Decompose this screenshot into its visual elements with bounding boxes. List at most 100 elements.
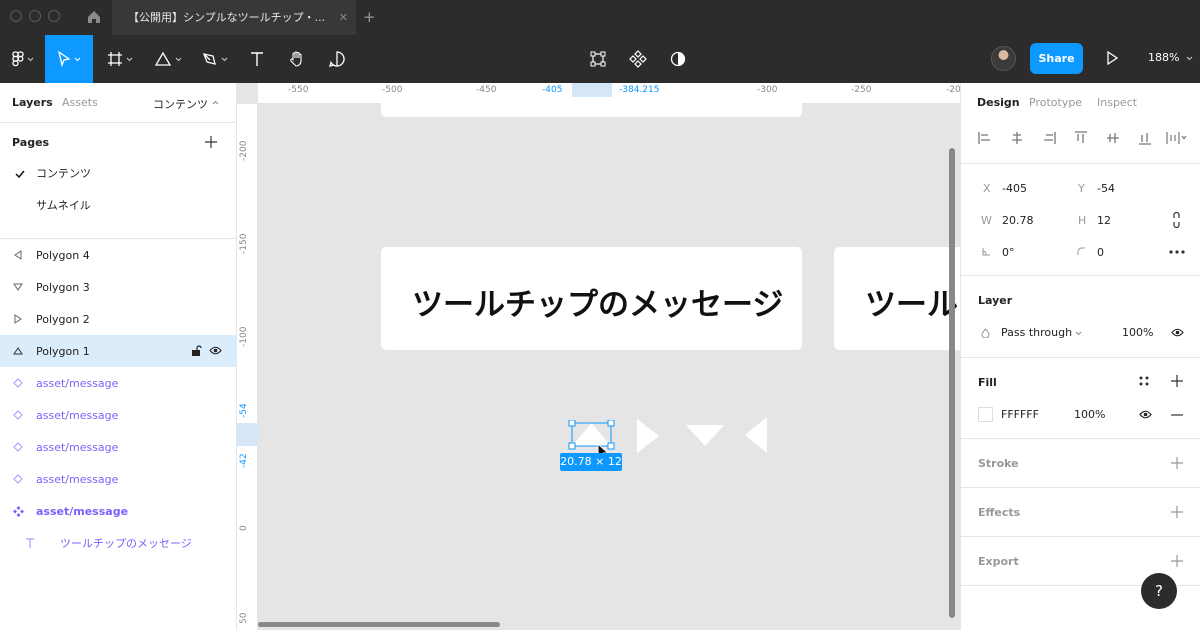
distribute-icon[interactable] (1166, 131, 1188, 145)
remove-fill-icon[interactable] (1171, 414, 1183, 416)
layer-label: Polygon 1 (36, 344, 90, 358)
page-selector[interactable]: コンテンツ (153, 96, 208, 112)
new-tab-button[interactable]: + (363, 8, 376, 26)
ruler-tick-selected: -42 (239, 453, 249, 468)
width-input[interactable]: 20.78 (1002, 214, 1034, 227)
more-options-icon[interactable] (1169, 250, 1185, 254)
ruler-tick: -300 (757, 85, 778, 95)
present-play-icon[interactable] (1106, 51, 1118, 65)
main-menu-button[interactable] (6, 35, 40, 83)
polygon-4[interactable] (745, 417, 767, 453)
add-page-icon[interactable] (205, 136, 217, 148)
chevron-up-icon[interactable] (212, 100, 219, 105)
tab-close-icon[interactable]: ✕ (339, 0, 348, 35)
align-center-horizontal-icon[interactable] (1010, 131, 1024, 145)
text-icon (0, 537, 60, 549)
message-card-top[interactable] (381, 97, 802, 117)
eye-icon[interactable] (1171, 328, 1184, 337)
canvas[interactable]: -550 -500 -450 -405 -384.215 -300 -250 -… (237, 83, 960, 630)
page-item-thumbnail[interactable]: サムネイル (0, 190, 237, 222)
tab-design[interactable]: Design (977, 96, 1020, 109)
x-input[interactable]: -405 (1002, 182, 1027, 195)
layer-row-polygon-1[interactable]: Polygon 1 (0, 335, 237, 367)
layer-row-asset-message[interactable]: asset/message (0, 463, 237, 495)
cursor-arrow-icon (58, 51, 71, 67)
align-center-vertical-icon[interactable] (1106, 131, 1120, 145)
user-avatar[interactable] (991, 46, 1016, 71)
align-right-icon[interactable] (1042, 131, 1056, 145)
maximize-window-button[interactable] (48, 10, 60, 22)
pen-tool-button[interactable] (198, 35, 232, 83)
triangle-left-icon (0, 250, 36, 260)
style-grid-icon[interactable] (1139, 376, 1149, 386)
layer-label: asset/message (36, 440, 119, 454)
create-component-button[interactable] (626, 35, 650, 83)
shape-tool-button[interactable] (150, 35, 186, 83)
tab-inspect[interactable]: Inspect (1097, 96, 1137, 109)
height-input[interactable]: 12 (1097, 214, 1111, 227)
message-card[interactable]: ツールチップのメッセージ (381, 247, 802, 350)
home-icon[interactable] (86, 9, 102, 25)
layer-row-asset-message-component[interactable]: asset/message (0, 495, 237, 527)
page-item-contents[interactable]: コンテンツ (0, 158, 237, 190)
ruler-tick: 50 (239, 612, 249, 624)
layer-row-polygon-2[interactable]: Polygon 2 (0, 303, 237, 335)
comment-tool-button[interactable] (324, 35, 350, 83)
ruler-tick: -150 (239, 233, 249, 254)
contrast-button[interactable] (666, 35, 690, 83)
fill-opacity-input[interactable]: 100% (1074, 408, 1105, 421)
layer-label: asset/message (36, 408, 119, 422)
add-export-icon[interactable] (1171, 555, 1183, 567)
add-fill-icon[interactable] (1171, 375, 1183, 387)
message-card-partial[interactable]: ツール チ (834, 247, 960, 350)
chevron-down-icon (126, 57, 133, 61)
transform-button[interactable] (586, 35, 610, 83)
ruler-tick: -500 (382, 85, 403, 95)
fill-hex-input[interactable]: FFFFFF (1001, 408, 1039, 421)
minimize-window-button[interactable] (29, 10, 41, 22)
tab-prototype[interactable]: Prototype (1029, 96, 1082, 109)
constrain-proportions-icon[interactable] (1172, 212, 1181, 228)
help-button[interactable]: ? (1141, 573, 1177, 609)
rotation-input[interactable]: 0° (1002, 246, 1015, 259)
add-effect-icon[interactable] (1171, 506, 1183, 518)
tab-assets[interactable]: Assets (62, 96, 98, 109)
align-top-icon[interactable] (1074, 131, 1088, 145)
corner-radius-input[interactable]: 0 (1097, 246, 1104, 259)
layer-row-asset-message[interactable]: asset/message (0, 431, 237, 463)
move-tool-button[interactable] (45, 35, 93, 83)
file-tab[interactable]: 【公開用】シンプルなツールチップ・... ✕ (112, 0, 356, 35)
layer-row-polygon-3[interactable]: Polygon 3 (0, 271, 237, 303)
layer-row-asset-message[interactable]: asset/message (0, 399, 237, 431)
polygon-3[interactable] (686, 425, 724, 446)
align-left-icon[interactable] (978, 131, 992, 145)
chevron-down-icon (27, 57, 34, 61)
layer-row-polygon-4[interactable]: Polygon 4 (0, 239, 237, 271)
layer-label: asset/message (36, 504, 129, 518)
vertical-scrollbar[interactable] (949, 148, 955, 618)
text-tool-button[interactable] (244, 35, 270, 83)
horizontal-scrollbar[interactable] (258, 622, 500, 627)
eye-icon[interactable] (209, 346, 222, 355)
layer-opacity-input[interactable]: 100% (1122, 326, 1153, 339)
frame-tool-button[interactable] (104, 35, 136, 83)
hand-tool-button[interactable] (284, 35, 310, 83)
blend-mode-select[interactable]: Pass through (1001, 326, 1072, 339)
unlock-icon[interactable] (191, 345, 202, 357)
ruler-tick: -100 (239, 326, 249, 347)
share-button[interactable]: Share (1030, 43, 1083, 74)
align-bottom-icon[interactable] (1138, 131, 1152, 145)
zoom-menu[interactable]: 188% (1148, 51, 1193, 64)
ruler-tick-selected: -384.215 (619, 85, 660, 95)
y-input[interactable]: -54 (1097, 182, 1115, 195)
layer-row-asset-message[interactable]: asset/message (0, 367, 237, 399)
add-stroke-icon[interactable] (1171, 457, 1183, 469)
instance-icon (0, 474, 36, 484)
eye-icon[interactable] (1139, 410, 1152, 419)
close-window-button[interactable] (10, 10, 22, 22)
polygon-2[interactable] (637, 419, 659, 453)
layer-row-text[interactable]: ツールチップのメッセージ (0, 527, 237, 559)
tab-layers[interactable]: Layers (12, 96, 53, 109)
fill-color-swatch[interactable] (978, 407, 993, 422)
chevron-down-icon[interactable] (1075, 331, 1082, 336)
